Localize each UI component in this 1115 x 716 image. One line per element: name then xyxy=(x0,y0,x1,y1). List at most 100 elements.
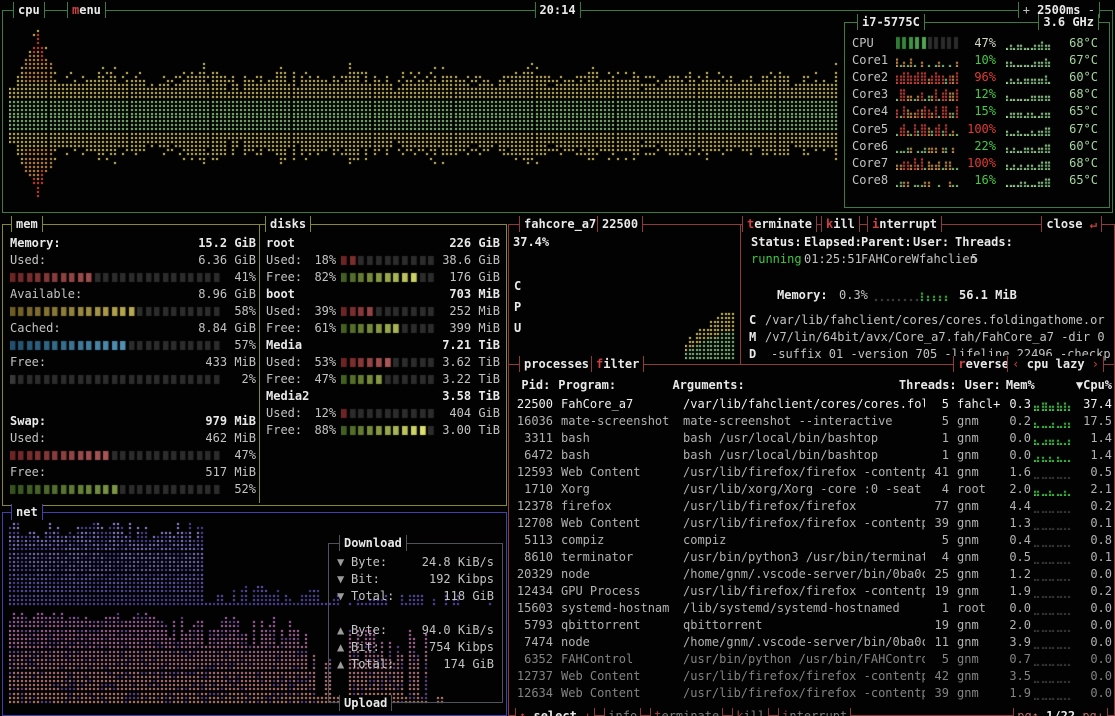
process-row[interactable]: 12634Web Content/usr/lib/firefox/firefox… xyxy=(511,685,1112,702)
footer-terminate-button[interactable]: terminate xyxy=(650,708,723,716)
core-temp-graph xyxy=(1006,70,1052,84)
process-arguments: qbittorrent xyxy=(683,617,925,634)
cpu-core-row: CPU47%68°C xyxy=(845,34,1109,51)
process-cpu-percent: 0.5 xyxy=(1075,464,1112,481)
info-button[interactable]: info xyxy=(604,708,641,716)
process-row[interactable]: 22500FahCore_a7/var/lib/fahclient/cores/… xyxy=(511,396,1112,413)
mem-box-title[interactable]: mem xyxy=(11,216,43,232)
disk-name: Media2 xyxy=(266,388,309,405)
detail-stat-value: 5 xyxy=(971,252,978,266)
process-row[interactable]: 5793qbittorrentqbittorrent19gnm2.00.0 xyxy=(511,617,1112,634)
process-user: gnm xyxy=(957,668,1001,685)
disk-meter xyxy=(341,357,437,368)
core-percent: 15% xyxy=(960,104,996,118)
core-temp: 65°C xyxy=(1056,104,1098,118)
core-label: Core2 xyxy=(852,70,896,84)
process-row[interactable]: 6352FAHControl/usr/bin/python /usr/bin/F… xyxy=(511,651,1112,668)
process-row[interactable]: 12593Web Content/usr/lib/firefox/firefox… xyxy=(511,464,1112,481)
core-usage-graph xyxy=(896,156,960,170)
footer-kill-button[interactable]: kill xyxy=(732,708,769,716)
process-cpu-graph xyxy=(1034,670,1072,683)
kill-button[interactable]: kill xyxy=(821,216,860,232)
process-cpu-graph xyxy=(1034,483,1072,496)
process-cpu-graph xyxy=(1034,619,1072,632)
download-stat-value: 24.8 KiB/s xyxy=(422,554,494,571)
process-row[interactable]: 3311bashbash /usr/local/bin/bashtop1gnm0… xyxy=(511,430,1112,447)
key-letter: t xyxy=(654,709,661,716)
header-cpu[interactable]: ▼Cpu% xyxy=(1076,377,1112,394)
mem-stat-label: Swap: xyxy=(10,413,46,430)
process-row[interactable]: 8610terminator/usr/bin/python3 /usr/bin/… xyxy=(511,549,1112,566)
mem-stat-value: 8.96 GiB xyxy=(198,286,256,303)
core-temp-graph xyxy=(1006,122,1052,136)
process-pid: 12737 xyxy=(511,668,553,685)
process-program: node xyxy=(561,566,683,583)
arrow-up-icon[interactable]: ↑ xyxy=(519,709,526,716)
reverse-sort-button[interactable]: reverse xyxy=(953,356,1014,372)
process-pid: 7474 xyxy=(511,634,553,651)
process-threads: 4 xyxy=(925,549,949,566)
disk-used-row: Used:12%404 GiB xyxy=(266,405,500,422)
process-mem-percent: 1.3 xyxy=(1001,515,1031,532)
disks-box-title: disks xyxy=(265,216,311,232)
info-label: info xyxy=(608,709,637,716)
mem-stat-row: Memory:15.2 GiB xyxy=(10,235,256,252)
process-mem-percent: 2.0 xyxy=(1001,481,1031,498)
cpu-core-row: Core7100%68°C xyxy=(845,154,1109,171)
sort-selector[interactable]: ‹ cpu lazy › xyxy=(1007,356,1104,372)
footer-interrupt-button[interactable]: interrupt xyxy=(778,708,851,716)
process-arguments: /usr/lib/firefox/firefox -contentpr xyxy=(683,515,925,532)
process-cpu-percent: 17.5 xyxy=(1075,413,1112,430)
mem-stat-label: Used: xyxy=(10,252,46,269)
process-program: firefox xyxy=(561,498,683,515)
process-row[interactable]: 7474node/home/gnm/.vscode-server/bin/0ba… xyxy=(511,634,1112,651)
core-temp: 67°C xyxy=(1056,122,1098,136)
mem-meter-row: 52% xyxy=(10,481,256,498)
process-arguments: /usr/lib/xorg/Xorg -core :0 -seat s xyxy=(683,481,925,498)
process-user: gnm xyxy=(957,634,1001,651)
sort-prev-button[interactable]: ‹ xyxy=(1012,357,1019,371)
disk-meter xyxy=(341,323,437,334)
process-cpu-graph xyxy=(1034,551,1072,564)
close-button[interactable]: close ↵ xyxy=(1041,216,1102,232)
core-percent: 12% xyxy=(960,87,996,101)
terminate-button[interactable]: terminate xyxy=(742,216,817,232)
process-row[interactable]: 12708Web Content/usr/lib/firefox/firefox… xyxy=(511,515,1112,532)
detail-stat-value: fahclien xyxy=(919,252,977,266)
process-threads: 5 xyxy=(925,651,949,668)
header-threads: Threads: xyxy=(899,377,957,394)
process-program: Xorg xyxy=(561,481,683,498)
net-box-title[interactable]: net xyxy=(11,504,43,520)
interrupt-button[interactable]: interrupt xyxy=(867,216,942,232)
interval-plus-button[interactable]: + xyxy=(1023,3,1030,17)
process-row[interactable]: 12737Web Content/usr/lib/firefox/firefox… xyxy=(511,668,1112,685)
page-up-button[interactable]: pg↑ xyxy=(1017,709,1039,716)
process-row[interactable]: 1710Xorg/usr/lib/xorg/Xorg -core :0 -sea… xyxy=(511,481,1112,498)
process-program: bash xyxy=(561,447,683,464)
process-threads: 19 xyxy=(925,583,949,600)
process-row[interactable]: 12434GPU Process/usr/lib/firefox/firefox… xyxy=(511,583,1112,600)
process-row[interactable]: 20329node/home/gnm/.vscode-server/bin/0b… xyxy=(511,566,1112,583)
menu-button[interactable]: menu xyxy=(67,2,106,18)
mem-stat-label: Free: xyxy=(10,354,46,371)
upload-stats: ▲Byte:94.0 KiB/s▲Bit:754 Kibps▲Total:174… xyxy=(329,622,502,673)
processes-tab[interactable]: processes xyxy=(519,356,594,372)
process-row[interactable]: 15603systemd-hostnam/lib/systemd/systemd… xyxy=(511,600,1112,617)
page-down-button[interactable]: pg↓ xyxy=(1082,709,1104,716)
cpu-model-label: i7-5775C xyxy=(857,14,925,30)
process-row[interactable]: 6472bashbash /usr/local/bin/bashtop1gnm0… xyxy=(511,447,1112,464)
filter-button[interactable]: filter xyxy=(591,356,644,372)
mem-meter xyxy=(10,450,222,461)
download-stat-value: 192 Kibps xyxy=(429,571,494,588)
sort-next-button[interactable]: › xyxy=(1092,357,1099,371)
cpu-box-title[interactable]: cpu xyxy=(13,2,45,18)
download-arrow-icon: ▼ xyxy=(337,554,351,571)
process-row[interactable]: 12378firefox/usr/lib/firefox/firefox77gn… xyxy=(511,498,1112,515)
process-row[interactable]: 16036mate-screenshotmate-screenshot --in… xyxy=(511,413,1112,430)
select-control[interactable]: ↑ select ↓ xyxy=(515,708,595,716)
process-row[interactable]: 5113compizcompiz5gnm0.40.8 xyxy=(511,532,1112,549)
disk-row-value: 3.62 TiB xyxy=(442,354,500,371)
process-arguments: /var/lib/fahclient/cores/cores.fold xyxy=(683,396,925,413)
menu-label: enu xyxy=(79,3,101,17)
arrow-down-icon[interactable]: ↓ xyxy=(584,709,591,716)
